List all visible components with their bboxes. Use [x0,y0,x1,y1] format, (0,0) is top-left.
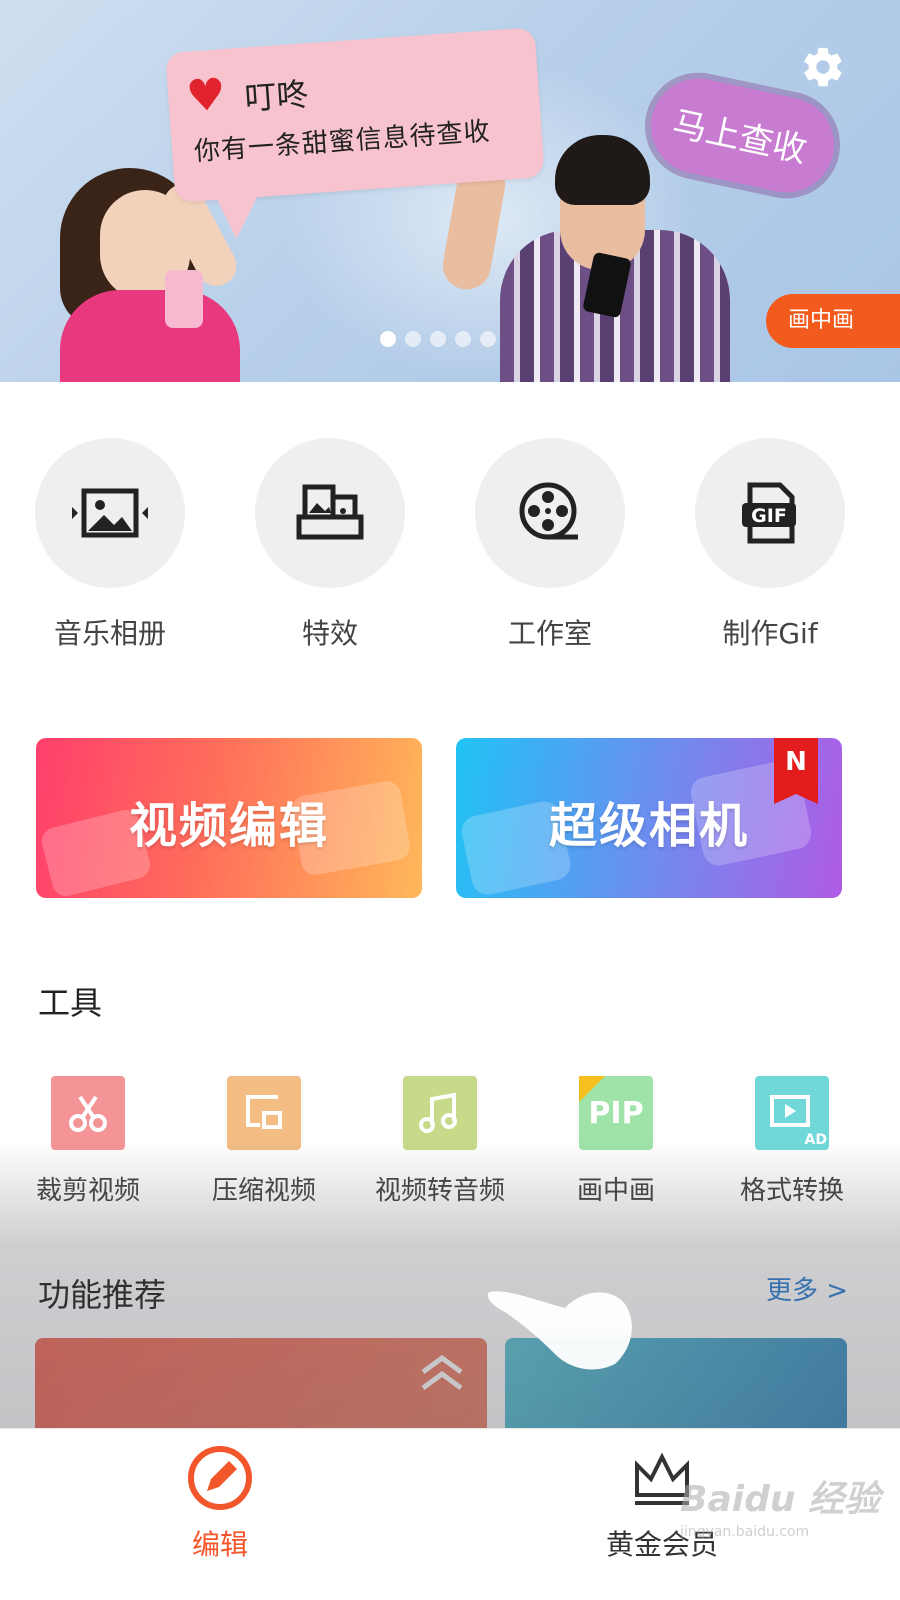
tool-picture-in-picture[interactable]: PIP 画中画 [528,1076,704,1207]
photo-slideshow-icon [72,488,148,538]
tool-label: 格式转换 [739,1176,844,1206]
edit-pencil-icon [188,1446,252,1510]
effects-icon [296,484,364,540]
quick-action-circle [35,438,185,588]
quick-action-label: 特效 [301,617,358,650]
app-screen: ♥ 叮咚 你有一条甜蜜信息待查收 马上查收 画中画 音乐相册 特效 工作室 GI… [0,0,900,1600]
nav-tab-label: 编辑 [191,1528,248,1561]
quick-action-circle [255,438,405,588]
tool-label: 视频转音频 [374,1176,505,1206]
banner-girl-phone [165,270,203,328]
pointing-hand-icon [487,1291,632,1370]
quick-action-music-album[interactable]: 音乐相册 [0,438,220,652]
pip-promo-tag[interactable]: 画中画 [766,294,900,348]
gear-icon[interactable] [800,44,846,90]
video-edit-title: 视频编辑 [128,798,329,854]
quick-action-label: 工作室 [507,617,592,650]
quick-action-make-gif[interactable]: GIF 制作Gif [660,438,880,652]
tool-video-to-audio[interactable]: 视频转音频 [352,1076,528,1207]
chevron-up-icon [421,1354,463,1391]
tool-label: 压缩视频 [211,1176,316,1206]
carousel-dot[interactable] [480,331,496,347]
recommend-section-title: 功能推荐 [38,1276,167,1314]
scissors-icon [69,1095,107,1132]
carousel-dot[interactable] [430,331,446,347]
tool-tile: PIP [579,1076,653,1150]
quick-action-studio[interactable]: 工作室 [440,438,660,652]
quick-action-label: 音乐相册 [53,617,166,650]
carousel-dot[interactable] [380,331,396,347]
promo-banner[interactable]: ♥ 叮咚 你有一条甜蜜信息待查收 马上查收 画中画 [0,0,900,382]
video-edit-card[interactable]: 视频编辑 [36,738,422,898]
quick-action-circle [475,438,625,588]
tool-compress-video[interactable]: 压缩视频 [176,1076,352,1207]
svg-text:GIF: GIF [751,505,787,527]
tool-label: 裁剪视频 [35,1176,140,1206]
watermark-brand: Baidu 经验 [680,1479,881,1520]
tool-tile: AD [755,1076,829,1150]
compress-icon [246,1095,282,1129]
recommend-card[interactable] [35,1338,487,1438]
quick-action-circle: GIF [695,438,845,588]
quick-actions: 音乐相册 特效 工作室 GIF 制作Gif [0,438,900,658]
baidu-watermark: Baidu 经验 jingyan.baidu.com [680,1470,880,1540]
tool-format-convert[interactable]: AD 格式转换 [704,1076,880,1207]
format-convert-icon [770,1095,810,1127]
carousel-dot[interactable] [455,331,471,347]
tool-label: 画中画 [576,1176,655,1206]
more-link[interactable]: 更多 > [766,1270,848,1307]
nav-tab-edit[interactable]: 编辑 [120,1443,320,1563]
crown-icon [579,1076,605,1102]
bubble-title: 叮咚 [243,75,310,118]
watermark-url: jingyan.baidu.com [680,1524,810,1540]
banner-girl-body [60,290,240,382]
speech-bubble: ♥ 叮咚 你有一条甜蜜信息待查收 [165,27,545,203]
tool-tile [227,1076,301,1150]
tool-trim-video[interactable]: 裁剪视频 [0,1076,176,1207]
new-badge: N [774,738,818,804]
quick-action-label: 制作Gif [722,617,818,650]
heart-icon: ♥ [184,69,228,123]
tools-section-title: 工具 [38,984,103,1022]
tool-tile [403,1076,477,1150]
music-note-icon [419,1092,457,1133]
gif-file-icon: GIF [742,482,796,544]
cloud-text: 马上查收 [668,103,811,172]
ad-label: AD [804,1132,827,1148]
carousel-dot[interactable] [405,331,421,347]
film-reel-icon [519,482,578,540]
quick-action-effects[interactable]: 特效 [220,438,440,652]
bubble-text: 你有一条甜蜜信息待查收 [193,116,492,168]
tool-tile [51,1076,125,1150]
carousel-dots [380,331,496,347]
